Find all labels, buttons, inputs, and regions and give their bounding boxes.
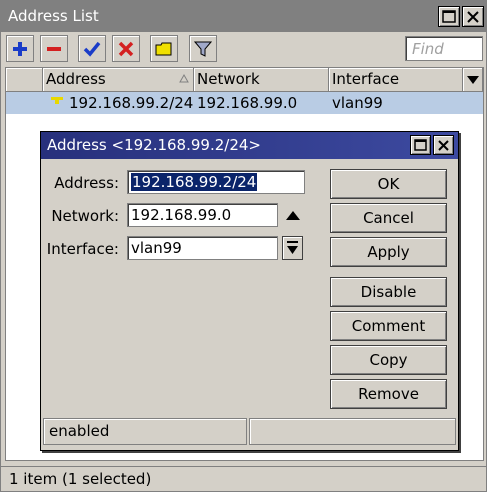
comment-icon — [155, 42, 172, 55]
status-text: 1 item (1 selected) — [9, 470, 152, 488]
remove-button[interactable]: Remove — [330, 379, 447, 409]
column-header-label: Address — [46, 70, 106, 88]
maximize-button[interactable] — [438, 6, 460, 27]
column-header-label: Interface — [332, 70, 400, 88]
cell-interface: vlan99 — [332, 94, 383, 112]
address-field-value: 192.168.99.2/24 — [131, 173, 258, 191]
status-bar: 1 item (1 selected) — [1, 466, 486, 491]
dialog-status-enabled: enabled — [43, 418, 247, 445]
column-header-network[interactable]: Network — [194, 68, 329, 92]
maximize-icon — [414, 139, 427, 151]
network-field[interactable]: 192.168.99.0 — [127, 203, 278, 227]
address-icon — [51, 97, 63, 104]
comment-button[interactable] — [150, 35, 178, 62]
x-icon — [118, 41, 134, 56]
maximize-icon — [442, 10, 456, 23]
cancel-button[interactable]: Cancel — [330, 203, 447, 233]
find-input[interactable] — [405, 36, 483, 61]
window-title: Address List — [8, 7, 99, 25]
address-label: Address: — [54, 174, 119, 192]
column-header-address[interactable]: Address — [43, 68, 194, 92]
disable-button[interactable] — [112, 35, 140, 62]
filter-icon — [194, 41, 212, 57]
interface-field[interactable]: vlan99 — [127, 236, 278, 260]
enable-button[interactable] — [78, 35, 106, 62]
column-header-interface[interactable]: Interface — [329, 68, 463, 92]
copy-button[interactable]: Copy — [330, 345, 447, 375]
dialog-titlebar[interactable]: Address <192.168.99.2/24> — [41, 132, 458, 159]
dialog-close-button[interactable] — [433, 135, 454, 155]
dialog-maximize-button[interactable] — [410, 135, 431, 155]
interface-field-value: vlan99 — [131, 239, 182, 257]
add-button[interactable] — [6, 35, 34, 62]
dialog-status-secondary — [249, 418, 456, 445]
column-header-flags[interactable] — [6, 68, 43, 92]
close-icon — [467, 10, 479, 23]
dialog-title: Address <192.168.99.2/24> — [47, 136, 261, 154]
address-dialog: Address <192.168.99.2/24> Address: 192.1… — [40, 131, 459, 451]
dialog-status-text: enabled — [49, 422, 110, 440]
address-field[interactable]: 192.168.99.2/24 — [127, 170, 305, 194]
apply-button[interactable]: Apply — [330, 237, 447, 267]
check-icon — [83, 41, 101, 57]
interface-dropdown-button[interactable] — [282, 236, 303, 260]
cell-network: 192.168.99.0 — [197, 94, 298, 112]
interface-label: Interface: — [46, 240, 119, 258]
close-icon — [438, 139, 449, 151]
plus-icon — [13, 41, 27, 56]
filter-button[interactable] — [189, 35, 217, 62]
chevron-down-icon — [287, 241, 298, 254]
close-button[interactable] — [462, 6, 484, 27]
comment-address-button[interactable]: Comment — [330, 311, 447, 341]
disable-address-button[interactable]: Disable — [330, 277, 447, 307]
network-field-value: 192.168.99.0 — [131, 206, 232, 224]
chevron-down-icon — [467, 76, 479, 84]
window-titlebar[interactable]: Address List — [1, 1, 486, 32]
cell-address: 192.168.99.2/24 — [69, 94, 194, 112]
ok-button[interactable]: OK — [330, 169, 447, 199]
minus-icon — [47, 46, 61, 51]
collapse-up-icon[interactable] — [286, 211, 300, 220]
toolbar — [1, 32, 486, 66]
table-header: Address Network Interface — [6, 68, 483, 92]
sort-ascending-icon — [179, 74, 189, 83]
network-label: Network: — [51, 207, 119, 225]
column-header-label: Network — [197, 70, 260, 88]
remove-item-button[interactable] — [40, 35, 68, 62]
column-chooser-button[interactable] — [463, 68, 483, 92]
table-row[interactable]: 192.168.99.2/24 192.168.99.0 vlan99 — [6, 92, 483, 114]
